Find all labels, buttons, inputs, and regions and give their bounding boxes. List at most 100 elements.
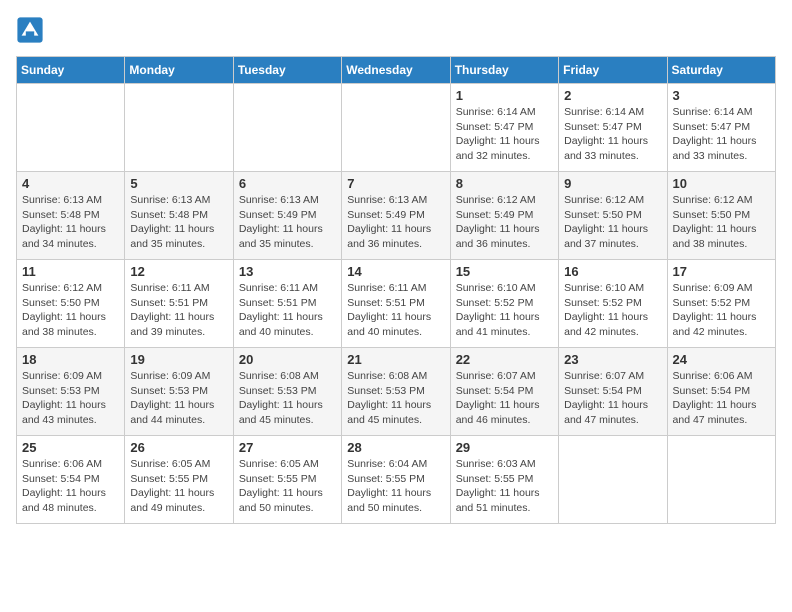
weekday-header-friday: Friday [559, 57, 667, 84]
calendar-cell: 3 Sunrise: 6:14 AM Sunset: 5:47 PM Daylig… [667, 84, 775, 172]
day-info: Sunrise: 6:03 AM Sunset: 5:55 PM Dayligh… [456, 457, 553, 516]
day-number: 24 [673, 352, 770, 367]
calendar-cell: 24 Sunrise: 6:06 AM Sunset: 5:54 PM Dayli… [667, 348, 775, 436]
calendar-cell: 8 Sunrise: 6:12 AM Sunset: 5:49 PM Daylig… [450, 172, 558, 260]
calendar-table: SundayMondayTuesdayWednesdayThursdayFrid… [16, 56, 776, 524]
day-number: 16 [564, 264, 661, 279]
day-number: 8 [456, 176, 553, 191]
day-info: Sunrise: 6:13 AM Sunset: 5:48 PM Dayligh… [22, 193, 119, 252]
day-number: 19 [130, 352, 227, 367]
day-number: 14 [347, 264, 444, 279]
calendar-cell: 25 Sunrise: 6:06 AM Sunset: 5:54 PM Dayli… [17, 436, 125, 524]
calendar-cell [125, 84, 233, 172]
day-number: 2 [564, 88, 661, 103]
logo-icon [16, 16, 44, 44]
day-info: Sunrise: 6:11 AM Sunset: 5:51 PM Dayligh… [239, 281, 336, 340]
calendar-cell: 1 Sunrise: 6:14 AM Sunset: 5:47 PM Daylig… [450, 84, 558, 172]
day-number: 6 [239, 176, 336, 191]
day-info: Sunrise: 6:14 AM Sunset: 5:47 PM Dayligh… [564, 105, 661, 164]
calendar-cell: 17 Sunrise: 6:09 AM Sunset: 5:52 PM Dayli… [667, 260, 775, 348]
calendar-cell: 14 Sunrise: 6:11 AM Sunset: 5:51 PM Dayli… [342, 260, 450, 348]
calendar-cell: 9 Sunrise: 6:12 AM Sunset: 5:50 PM Daylig… [559, 172, 667, 260]
calendar-cell: 5 Sunrise: 6:13 AM Sunset: 5:48 PM Daylig… [125, 172, 233, 260]
day-info: Sunrise: 6:08 AM Sunset: 5:53 PM Dayligh… [239, 369, 336, 428]
day-number: 20 [239, 352, 336, 367]
day-number: 17 [673, 264, 770, 279]
weekday-header-sunday: Sunday [17, 57, 125, 84]
day-number: 25 [22, 440, 119, 455]
day-number: 27 [239, 440, 336, 455]
calendar-cell: 27 Sunrise: 6:05 AM Sunset: 5:55 PM Dayli… [233, 436, 341, 524]
weekday-header-thursday: Thursday [450, 57, 558, 84]
day-number: 18 [22, 352, 119, 367]
day-info: Sunrise: 6:11 AM Sunset: 5:51 PM Dayligh… [347, 281, 444, 340]
day-number: 9 [564, 176, 661, 191]
calendar-cell: 6 Sunrise: 6:13 AM Sunset: 5:49 PM Daylig… [233, 172, 341, 260]
calendar-cell: 12 Sunrise: 6:11 AM Sunset: 5:51 PM Dayli… [125, 260, 233, 348]
day-info: Sunrise: 6:12 AM Sunset: 5:49 PM Dayligh… [456, 193, 553, 252]
day-info: Sunrise: 6:10 AM Sunset: 5:52 PM Dayligh… [564, 281, 661, 340]
week-row-1: 1 Sunrise: 6:14 AM Sunset: 5:47 PM Daylig… [17, 84, 776, 172]
calendar-cell: 10Sunrise: 6:12 AM Sunset: 5:50 PM Dayli… [667, 172, 775, 260]
weekday-header-saturday: Saturday [667, 57, 775, 84]
day-info: Sunrise: 6:06 AM Sunset: 5:54 PM Dayligh… [22, 457, 119, 516]
header [16, 16, 776, 44]
day-info: Sunrise: 6:09 AM Sunset: 5:53 PM Dayligh… [22, 369, 119, 428]
day-info: Sunrise: 6:14 AM Sunset: 5:47 PM Dayligh… [456, 105, 553, 164]
weekday-header-monday: Monday [125, 57, 233, 84]
calendar-cell [559, 436, 667, 524]
calendar-cell [17, 84, 125, 172]
day-number: 23 [564, 352, 661, 367]
calendar-cell: 29 Sunrise: 6:03 AM Sunset: 5:55 PM Dayli… [450, 436, 558, 524]
calendar-cell: 19 Sunrise: 6:09 AM Sunset: 5:53 PM Dayli… [125, 348, 233, 436]
day-info: Sunrise: 6:05 AM Sunset: 5:55 PM Dayligh… [239, 457, 336, 516]
day-info: Sunrise: 6:09 AM Sunset: 5:53 PM Dayligh… [130, 369, 227, 428]
day-info: Sunrise: 6:11 AM Sunset: 5:51 PM Dayligh… [130, 281, 227, 340]
day-info: Sunrise: 6:09 AM Sunset: 5:52 PM Dayligh… [673, 281, 770, 340]
calendar-cell: 4 Sunrise: 6:13 AM Sunset: 5:48 PM Daylig… [17, 172, 125, 260]
day-number: 7 [347, 176, 444, 191]
day-number: 4 [22, 176, 119, 191]
day-number: 12 [130, 264, 227, 279]
day-info: Sunrise: 6:12 AM Sunset: 5:50 PM Dayligh… [564, 193, 661, 252]
day-number: 26 [130, 440, 227, 455]
week-row-2: 4 Sunrise: 6:13 AM Sunset: 5:48 PM Daylig… [17, 172, 776, 260]
weekday-header-tuesday: Tuesday [233, 57, 341, 84]
day-info: Sunrise: 6:04 AM Sunset: 5:55 PM Dayligh… [347, 457, 444, 516]
day-number: 11 [22, 264, 119, 279]
day-info: Sunrise: 6:14 AM Sunset: 5:47 PM Dayligh… [673, 105, 770, 164]
calendar-cell: 16 Sunrise: 6:10 AM Sunset: 5:52 PM Dayli… [559, 260, 667, 348]
day-number: 1 [456, 88, 553, 103]
day-number: 13 [239, 264, 336, 279]
day-info: Sunrise: 6:13 AM Sunset: 5:49 PM Dayligh… [239, 193, 336, 252]
day-number: 3 [673, 88, 770, 103]
day-info: Sunrise: 6:12 AM Sunset: 5:50 PM Dayligh… [673, 193, 770, 252]
week-row-3: 11 Sunrise: 6:12 AM Sunset: 5:50 PM Dayli… [17, 260, 776, 348]
day-number: 28 [347, 440, 444, 455]
day-info: Sunrise: 6:08 AM Sunset: 5:53 PM Dayligh… [347, 369, 444, 428]
logo [16, 16, 48, 44]
day-info: Sunrise: 6:12 AM Sunset: 5:50 PM Dayligh… [22, 281, 119, 340]
weekday-header-wednesday: Wednesday [342, 57, 450, 84]
calendar-cell: 13 Sunrise: 6:11 AM Sunset: 5:51 PM Dayli… [233, 260, 341, 348]
calendar-cell: 22 Sunrise: 6:07 AM Sunset: 5:54 PM Dayli… [450, 348, 558, 436]
calendar-cell: 18 Sunrise: 6:09 AM Sunset: 5:53 PM Dayli… [17, 348, 125, 436]
day-info: Sunrise: 6:07 AM Sunset: 5:54 PM Dayligh… [456, 369, 553, 428]
week-row-4: 18 Sunrise: 6:09 AM Sunset: 5:53 PM Dayli… [17, 348, 776, 436]
day-info: Sunrise: 6:13 AM Sunset: 5:49 PM Dayligh… [347, 193, 444, 252]
calendar-cell: 28 Sunrise: 6:04 AM Sunset: 5:55 PM Dayli… [342, 436, 450, 524]
day-number: 21 [347, 352, 444, 367]
day-number: 22 [456, 352, 553, 367]
calendar-cell [342, 84, 450, 172]
day-info: Sunrise: 6:05 AM Sunset: 5:55 PM Dayligh… [130, 457, 227, 516]
calendar-cell: 23 Sunrise: 6:07 AM Sunset: 5:54 PM Dayli… [559, 348, 667, 436]
day-info: Sunrise: 6:13 AM Sunset: 5:48 PM Dayligh… [130, 193, 227, 252]
calendar-cell: 21 Sunrise: 6:08 AM Sunset: 5:53 PM Dayli… [342, 348, 450, 436]
day-info: Sunrise: 6:07 AM Sunset: 5:54 PM Dayligh… [564, 369, 661, 428]
calendar-cell: 15Sunrise: 6:10 AM Sunset: 5:52 PM Dayli… [450, 260, 558, 348]
day-number: 5 [130, 176, 227, 191]
day-info: Sunrise: 6:06 AM Sunset: 5:54 PM Dayligh… [673, 369, 770, 428]
calendar-cell [667, 436, 775, 524]
day-number: 29 [456, 440, 553, 455]
calendar-cell: 2 Sunrise: 6:14 AM Sunset: 5:47 PM Daylig… [559, 84, 667, 172]
